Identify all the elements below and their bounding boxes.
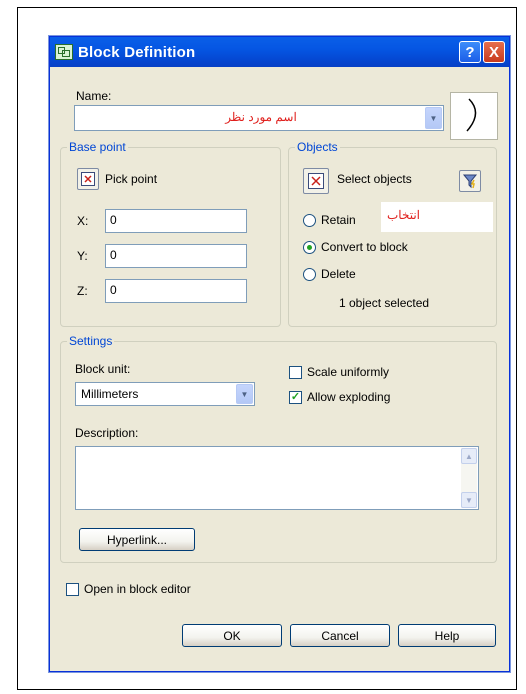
chevron-down-icon[interactable]: ▼ — [236, 384, 253, 404]
pick-point-button[interactable] — [77, 168, 99, 190]
name-value: اسم مورد نظر — [225, 110, 297, 124]
settings-group: Settings Block unit: Millimeters ▼ Scale… — [60, 334, 497, 563]
annotation-text: انتخاب — [387, 208, 420, 222]
base-point-group: Base point Pick point X: 0 Y: 0 Z: 0 — [60, 140, 281, 327]
pick-point-label: Pick point — [105, 172, 158, 186]
block-unit-select[interactable]: Millimeters ▼ — [75, 382, 255, 406]
y-value: 0 — [110, 248, 117, 262]
selection-status: 1 object selected — [339, 296, 430, 310]
help-title-button[interactable]: ? — [459, 41, 481, 63]
description-field[interactable]: ▲ ▼ — [75, 446, 479, 510]
y-label: Y: — [77, 249, 88, 263]
retain-radio[interactable] — [303, 214, 316, 227]
scroll-up-icon[interactable]: ▲ — [461, 448, 477, 464]
scale-uniformly-label: Scale uniformly — [307, 365, 390, 379]
name-label: Name: — [76, 89, 112, 103]
ok-button[interactable]: OK — [182, 624, 282, 647]
allow-exploding-label: Allow exploding — [307, 390, 391, 404]
y-field[interactable]: 0 — [105, 244, 247, 268]
block-definition-app-icon — [55, 44, 73, 60]
base-point-group-title: Base point — [67, 140, 128, 154]
open-in-block-editor-checkbox[interactable] — [66, 583, 79, 596]
quick-select-button[interactable] — [459, 170, 481, 192]
select-objects-button[interactable] — [303, 168, 329, 194]
z-value: 0 — [110, 283, 117, 297]
quick-select-filter-icon — [462, 174, 478, 189]
block-preview-icon — [466, 98, 477, 132]
pick-point-icon — [81, 172, 95, 186]
name-combo[interactable]: اسم مورد نظر ▼ — [74, 105, 444, 131]
z-field[interactable]: 0 — [105, 279, 247, 303]
settings-group-title: Settings — [67, 334, 115, 348]
x-label: X: — [77, 214, 89, 228]
select-objects-label: Select objects — [337, 172, 412, 186]
block-unit-label: Block unit: — [75, 362, 131, 376]
scroll-down-icon[interactable]: ▼ — [461, 492, 477, 508]
allow-exploding-checkbox[interactable]: ✓ — [289, 391, 302, 404]
retain-label: Retain — [321, 213, 356, 227]
convert-to-block-label: Convert to block — [321, 240, 408, 254]
close-button[interactable]: X — [483, 41, 505, 63]
block-preview — [450, 92, 498, 140]
objects-group: Objects Select objects انتخاب Retain Con… — [288, 140, 497, 327]
cancel-button[interactable]: Cancel — [290, 624, 390, 647]
x-value: 0 — [110, 213, 117, 227]
hyperlink-button[interactable]: Hyperlink... — [79, 528, 195, 551]
block-definition-dialog: Block Definition ? X Name: اسم مورد نظر … — [49, 36, 510, 672]
z-label: Z: — [77, 284, 88, 298]
help-button[interactable]: Help — [398, 624, 496, 647]
objects-group-title: Objects — [295, 140, 340, 154]
delete-label: Delete — [321, 267, 356, 281]
scale-uniformly-checkbox[interactable] — [289, 366, 302, 379]
description-label: Description: — [75, 426, 139, 440]
select-objects-icon — [308, 173, 324, 189]
open-in-block-editor-label: Open in block editor — [84, 582, 191, 596]
description-scrollbar[interactable]: ▲ ▼ — [461, 448, 477, 508]
annotation-box: انتخاب — [381, 202, 493, 232]
title-bar[interactable]: Block Definition ? X — [50, 37, 509, 67]
delete-radio[interactable] — [303, 268, 316, 281]
chevron-down-icon[interactable]: ▼ — [425, 107, 442, 129]
convert-to-block-radio[interactable] — [303, 241, 316, 254]
x-field[interactable]: 0 — [105, 209, 247, 233]
dialog-title: Block Definition — [78, 43, 196, 61]
block-unit-value: Millimeters — [81, 387, 139, 401]
